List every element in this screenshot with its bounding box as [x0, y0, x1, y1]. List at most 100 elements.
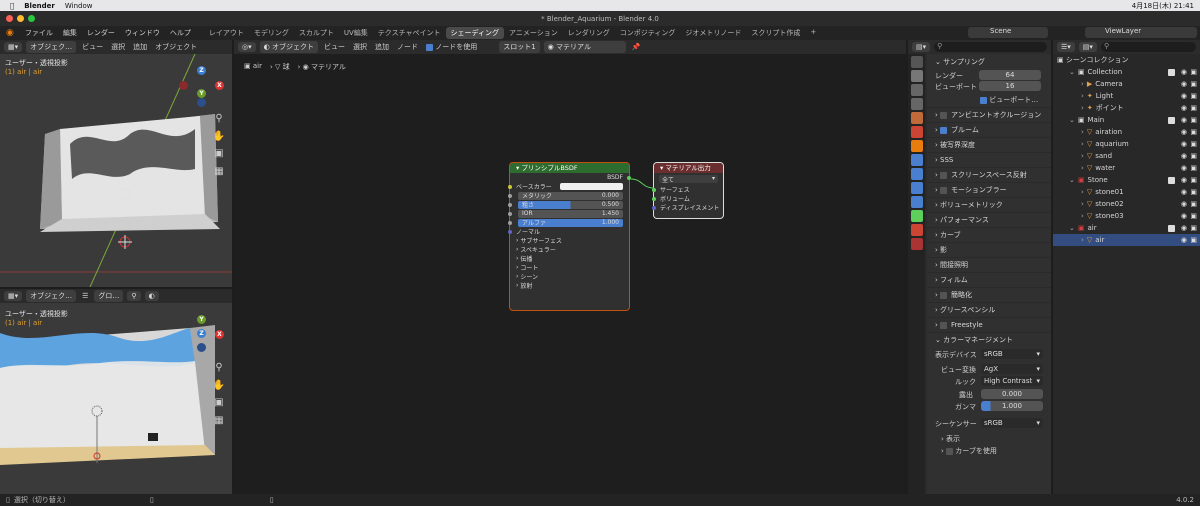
- prop-section-2[interactable]: › 被写界深度: [927, 137, 1051, 152]
- eye-icon[interactable]: ◉: [1181, 68, 1187, 76]
- viewport-samples-field[interactable]: 16: [979, 81, 1041, 91]
- prop-section-4[interactable]: › スクリーンスペース反射: [927, 167, 1051, 182]
- eye-icon[interactable]: ◉: [1181, 164, 1187, 172]
- eye-icon[interactable]: ◉: [1181, 80, 1187, 88]
- chevron-right-icon[interactable]: ›: [1081, 200, 1084, 208]
- menu-4[interactable]: ヘルプ: [165, 28, 196, 38]
- prop-section-14[interactable]: › Freestyle: [927, 317, 1051, 332]
- camera-render-icon[interactable]: ▣: [1190, 164, 1197, 172]
- shading-icon[interactable]: ◐: [144, 291, 159, 301]
- workspace-tab-7[interactable]: レンダリング: [563, 27, 615, 39]
- outliner-row[interactable]: › ▽ airation ◉ ▣: [1053, 126, 1200, 138]
- gizmo-neg-x[interactable]: [179, 81, 188, 90]
- outliner-row[interactable]: › ✦ ポイント ◉ ▣: [1053, 102, 1200, 114]
- zoom-window-button[interactable]: [28, 15, 35, 22]
- mode-selector-2[interactable]: オブジェク…: [26, 290, 77, 302]
- prop-section-6[interactable]: › ボリューメトリック: [927, 197, 1051, 212]
- sampling-section[interactable]: ⌄ サンプリング: [927, 54, 1051, 69]
- outliner-editor-type[interactable]: ☰▾: [1057, 42, 1075, 52]
- add-workspace-button[interactable]: +: [805, 27, 821, 39]
- properties-search[interactable]: ⚲: [934, 42, 1047, 52]
- mac-app-menu[interactable]: Blender: [24, 2, 55, 10]
- prop-section-8[interactable]: › カーブ: [927, 227, 1051, 242]
- camera-render-icon[interactable]: ▣: [1190, 80, 1197, 88]
- vp-menu-add[interactable]: 追加: [131, 42, 149, 52]
- object-tab-icon[interactable]: [910, 140, 923, 152]
- hamburger-icon[interactable]: ☰: [80, 292, 90, 300]
- chevron-right-icon[interactable]: ›: [1081, 236, 1084, 244]
- eye-icon[interactable]: ◉: [1181, 116, 1187, 124]
- chevron-right-icon[interactable]: ›: [1081, 80, 1084, 88]
- camera-render-icon[interactable]: ▣: [1190, 104, 1197, 112]
- outliner-row[interactable]: › ▽ stone02 ◉ ▣: [1053, 198, 1200, 210]
- particles-tab-icon[interactable]: [910, 168, 923, 180]
- section-checkbox[interactable]: [940, 321, 948, 329]
- workspace-tab-8[interactable]: コンポジティング: [615, 27, 681, 39]
- render-tab-icon[interactable]: [910, 70, 923, 82]
- prop-section-10[interactable]: › 間接照明: [927, 257, 1051, 272]
- gamma-field[interactable]: 1.000: [981, 401, 1043, 411]
- apple-icon[interactable]: : [10, 2, 14, 10]
- outliner-row[interactable]: ⌄ ▣ Main ◉ ▣: [1053, 114, 1200, 126]
- camera-render-icon[interactable]: ▣: [1190, 212, 1197, 220]
- prop-section-9[interactable]: › 影: [927, 242, 1051, 257]
- physics-tab-icon[interactable]: [910, 182, 923, 194]
- view-layer-tab-icon[interactable]: [910, 98, 923, 110]
- section-checkbox[interactable]: [940, 186, 948, 194]
- eye-icon[interactable]: ◉: [1181, 128, 1187, 136]
- outliner[interactable]: ☰▾ ▤▾ ⚲ ▣ シーンコレクション ⌄ ▣ Collection ◉ ▣ › ▶ Came…: [1053, 40, 1200, 494]
- collection-checkbox[interactable]: [1168, 68, 1175, 76]
- zoom-icon-2[interactable]: ⚲: [212, 361, 226, 375]
- display-device-dropdown[interactable]: sRGB ▾: [981, 349, 1043, 359]
- mac-window-menu[interactable]: Window: [65, 2, 93, 10]
- outliner-row[interactable]: ⌄ ▣ air ◉ ▣: [1053, 222, 1200, 234]
- camera-view-icon[interactable]: ▣: [212, 147, 226, 161]
- camera-render-icon[interactable]: ▣: [1190, 116, 1197, 124]
- camera-render-icon[interactable]: ▣: [1190, 140, 1197, 148]
- vp-menu-object[interactable]: オブジェクト: [153, 42, 199, 52]
- camera-render-icon[interactable]: ▣: [1190, 188, 1197, 196]
- chevron-right-icon[interactable]: ›: [1081, 188, 1084, 196]
- scene-selector[interactable]: Scene: [968, 27, 1048, 38]
- outliner-row[interactable]: › ▽ water ◉ ▣: [1053, 162, 1200, 174]
- viewport-bottom[interactable]: ▦▾ オブジェク… ☰ グロ… ⚲ ◐ ユーザー・透視投影 (1) air | …: [0, 289, 232, 494]
- editor-type-button-2[interactable]: ▦▾: [4, 291, 23, 301]
- camera-render-icon[interactable]: ▣: [1190, 200, 1197, 208]
- minimize-window-button[interactable]: [17, 15, 24, 22]
- viewport-top[interactable]: ▦▾ オブジェク… ビュー 選択 追加 オブジェクト ユーザー・透視投影 (1)…: [0, 40, 232, 287]
- chevron-right-icon[interactable]: ›: [1081, 152, 1084, 160]
- gizmo-neg-z-2[interactable]: [197, 343, 206, 352]
- scene-collection-row[interactable]: ▣ シーンコレクション: [1053, 54, 1200, 66]
- workspace-tab-6[interactable]: アニメーション: [504, 27, 563, 39]
- chevron-right-icon[interactable]: ›: [1081, 164, 1084, 172]
- camera-render-icon[interactable]: ▣: [1190, 92, 1197, 100]
- workspace-tab-10[interactable]: スクリプト作成: [746, 27, 805, 39]
- node-editor[interactable]: ◎▾ ◐ オブジェクト ビュー 選択 追加 ノード ノードを使用 スロット1 ◉…: [234, 40, 906, 494]
- render-samples-field[interactable]: 64: [979, 70, 1041, 80]
- outliner-search[interactable]: ⚲: [1100, 42, 1196, 52]
- prop-section-1[interactable]: › ブルーム: [927, 122, 1051, 137]
- gizmo-x[interactable]: X: [215, 81, 224, 90]
- eye-icon[interactable]: ◉: [1181, 152, 1187, 160]
- prop-section-13[interactable]: › グリースペンシル: [927, 302, 1051, 317]
- prop-section-5[interactable]: › モーションブラー: [927, 182, 1051, 197]
- outliner-row[interactable]: › ▽ stone03 ◉ ▣: [1053, 210, 1200, 222]
- collection-checkbox[interactable]: [1168, 224, 1175, 232]
- pan-hand-icon[interactable]: ✋: [212, 130, 226, 144]
- menu-1[interactable]: 編集: [58, 28, 82, 38]
- eye-icon[interactable]: ◉: [1181, 104, 1187, 112]
- chevron-down-icon[interactable]: ⌄: [1069, 68, 1075, 76]
- close-window-button[interactable]: [6, 15, 13, 22]
- section-checkbox[interactable]: [940, 111, 948, 119]
- mac-clock[interactable]: 4月18日(木) 21:41: [1132, 1, 1194, 11]
- gizmo-x-2[interactable]: X: [215, 330, 224, 339]
- grid-icon[interactable]: ▦: [212, 165, 226, 179]
- properties-panel[interactable]: ▤▾ ⚲ ⌄ サンプリング レンダー 64 ビューポート 16 ビューポート… …: [908, 40, 1051, 494]
- camera-render-icon[interactable]: ▣: [1190, 68, 1197, 76]
- eye-icon[interactable]: ◉: [1181, 200, 1187, 208]
- prop-section-3[interactable]: › SSS: [927, 152, 1051, 167]
- world-tab-icon[interactable]: [910, 126, 923, 138]
- outliner-row[interactable]: › ▽ air ◉ ▣: [1053, 234, 1200, 246]
- output-tab-icon[interactable]: [910, 84, 923, 96]
- gizmo-y[interactable]: Y: [197, 89, 206, 98]
